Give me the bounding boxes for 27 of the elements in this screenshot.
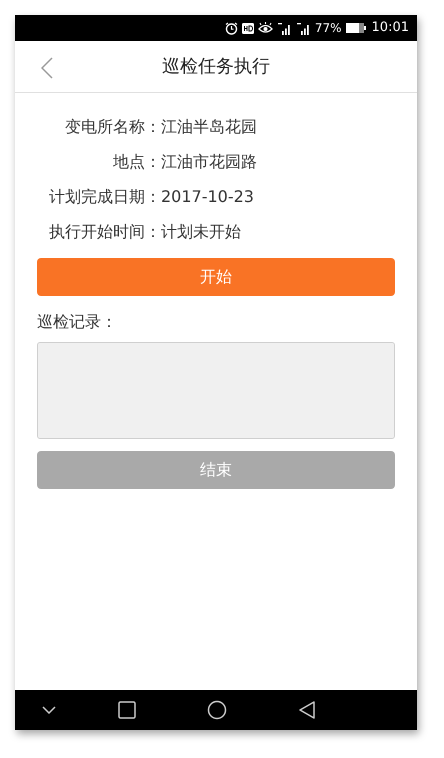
signal-icon — [296, 22, 311, 34]
back-button[interactable] — [39, 55, 55, 81]
signal-icon — [276, 22, 292, 34]
field-label: 执行开始时间： — [48, 221, 161, 243]
chevron-down-icon — [42, 706, 56, 714]
field-label: 变电所名称： — [64, 116, 161, 138]
field-label: 地点： — [112, 151, 161, 173]
start-button[interactable]: 开始 — [37, 258, 395, 296]
field-value: 江油半岛花园 — [161, 116, 257, 138]
hd-icon — [242, 22, 254, 34]
eye-icon — [258, 22, 273, 34]
square-icon — [118, 701, 136, 719]
field-label: 计划完成日期： — [48, 186, 161, 208]
triangle-icon — [299, 701, 315, 719]
circle-icon — [207, 700, 227, 720]
home-button[interactable] — [205, 698, 229, 722]
record-input[interactable] — [37, 342, 395, 439]
alarm-icon — [224, 22, 238, 34]
page-title: 巡检任务执行 — [162, 55, 270, 79]
record-label: 巡检记录： — [37, 311, 117, 333]
clock: 10:01 — [372, 19, 409, 38]
field-value: 江油市花园路 — [161, 151, 257, 173]
back-icon — [41, 57, 53, 79]
field-value: 计划未开始 — [161, 221, 241, 243]
field-value: 2017-10-23 — [161, 186, 254, 208]
battery-icon — [346, 23, 366, 33]
battery-percent: 77% — [314, 20, 342, 37]
